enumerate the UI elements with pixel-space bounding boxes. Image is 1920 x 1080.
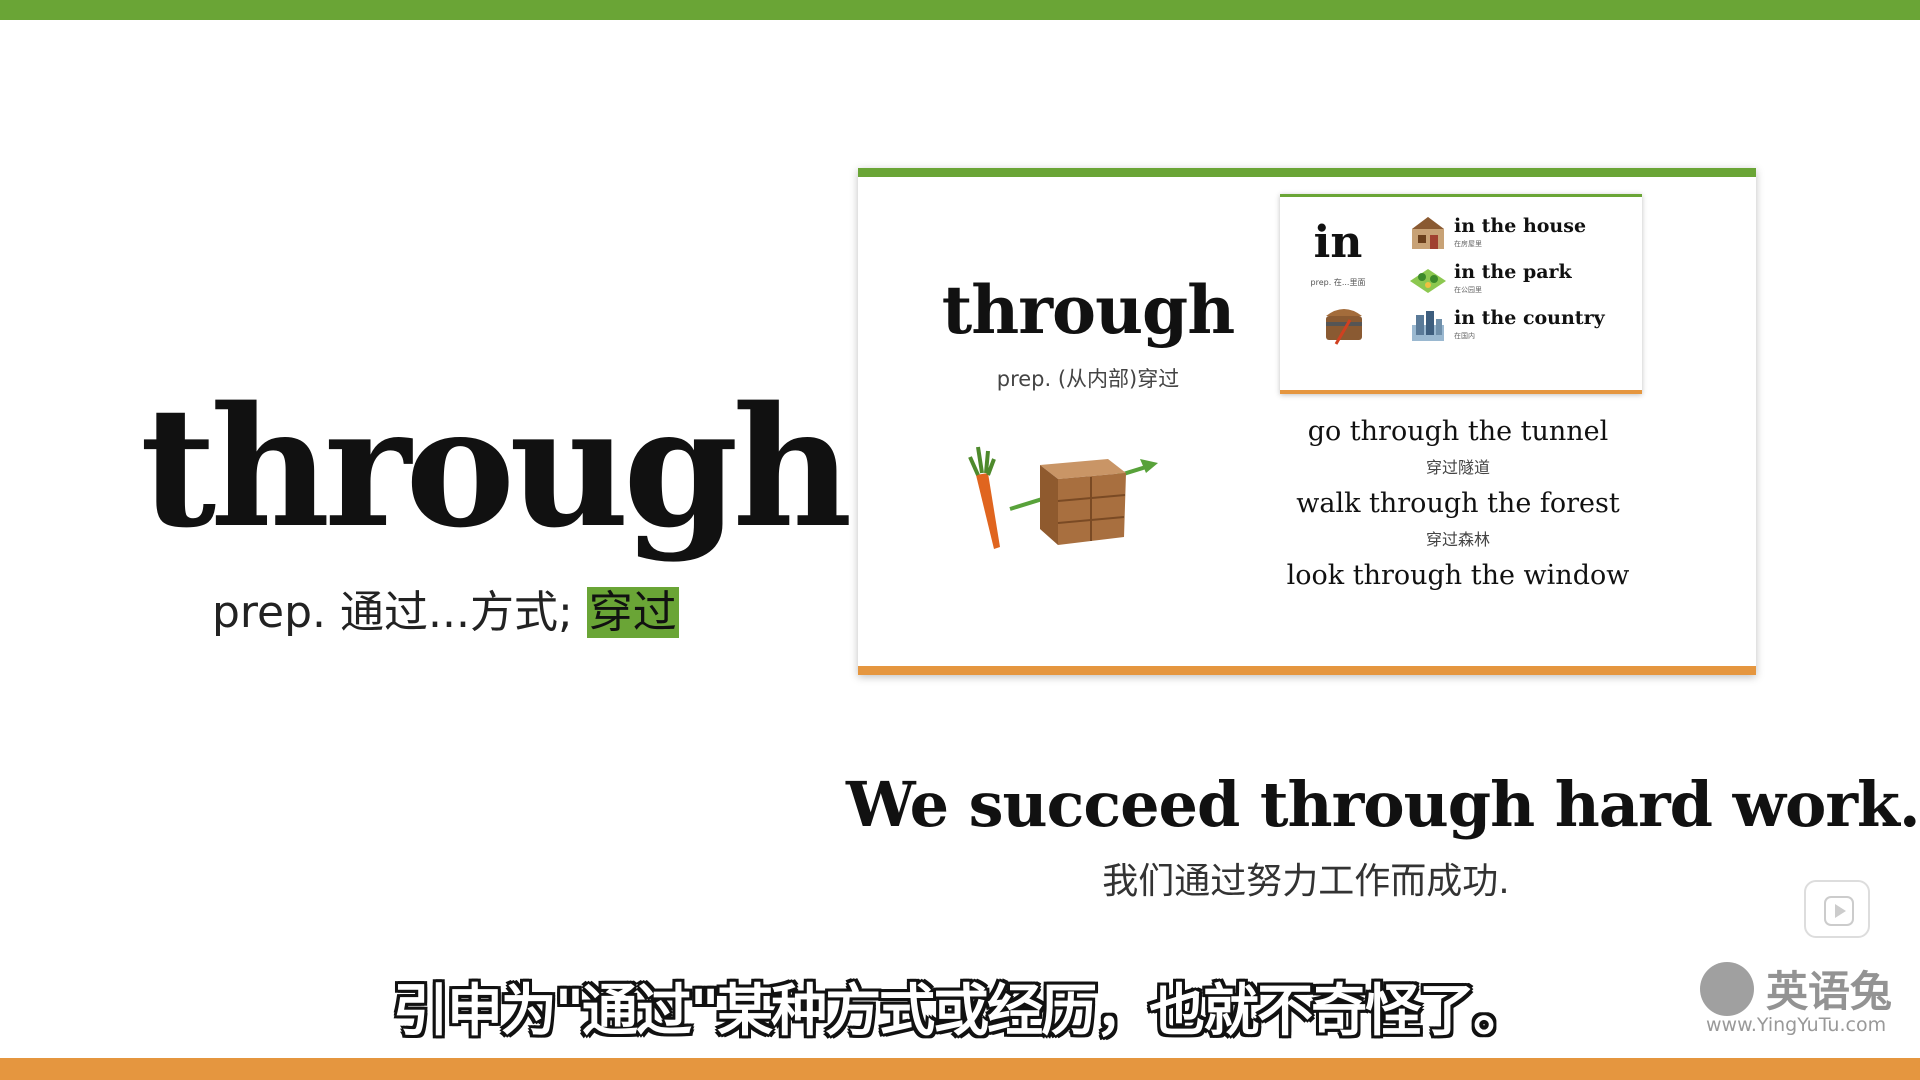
card-word: through: [941, 271, 1235, 349]
example-zh: 穿过森林: [1425, 530, 1490, 549]
inset-item-en: in the park: [1454, 261, 1572, 283]
example-en: walk through the forest: [1296, 488, 1620, 519]
watermark-name: 英语兔: [1766, 967, 1893, 1016]
example-sentence: We succeed through hard work.: [846, 768, 1920, 841]
play-button[interactable]: [1804, 880, 1870, 938]
main-word: through: [140, 370, 852, 564]
rabbit-logo-icon: [1700, 962, 1754, 1016]
park-icon: [1410, 269, 1446, 293]
bottom-accent-bar: [0, 1058, 1920, 1080]
inset-item-zh: 在房屋里: [1454, 240, 1482, 248]
example-en: look through the window: [1286, 560, 1630, 591]
inset-item-zh: 在国内: [1454, 332, 1475, 340]
example-en: go through the tunnel: [1307, 416, 1609, 447]
main-definition: prep. 通过...方式; 穿过: [212, 580, 679, 646]
top-accent-bar: [0, 0, 1920, 20]
in-comparison-inset: in prep. 在...里面 in the house 在房屋里 in the…: [1280, 194, 1642, 394]
card-definition: prep. (从内部)穿过: [996, 367, 1180, 391]
inset-item-house: in the house 在房屋里: [1408, 213, 1638, 259]
example-zh: 穿过隧道: [1425, 458, 1490, 477]
wooden-box-icon: [1040, 459, 1126, 545]
inset-item-park: in the park 在公园里: [1408, 259, 1638, 305]
watermark-url: www.YingYuTu.com: [1706, 1014, 1887, 1036]
house-icon: [1412, 217, 1444, 249]
inset-item-en: in the country: [1454, 307, 1605, 329]
inset-word: in: [1313, 217, 1363, 268]
inset-item-country: in the country 在国内: [1408, 305, 1638, 351]
carrot-through-box-illustration: [968, 446, 1158, 549]
main-definition-text: prep. 通过...方式;: [212, 587, 587, 638]
watermark: 英语兔 www.YingYuTu.com: [1700, 958, 1910, 1038]
example-sentence-translation: 我们通过努力工作而成功.: [1102, 861, 1510, 902]
example-phrases: go through the tunnel 穿过隧道 walk through …: [1258, 414, 1658, 594]
carrot-icon: [968, 446, 1000, 549]
country-icon: [1412, 311, 1444, 341]
main-definition-highlight: 穿过: [586, 587, 679, 638]
play-icon: [1824, 896, 1854, 926]
treasure-chest-icon: [1326, 309, 1362, 345]
inset-definition: prep. 在...里面: [1310, 278, 1366, 287]
video-subtitle: 引申为"通过"某种方式或经历，也就不奇怪了。: [392, 979, 1529, 1044]
inset-item-en: in the house: [1454, 215, 1587, 237]
explanation-card: through prep. (从内部)穿过 in prep. 在...里面 in…: [858, 168, 1756, 675]
inset-item-zh: 在公园里: [1454, 286, 1482, 294]
